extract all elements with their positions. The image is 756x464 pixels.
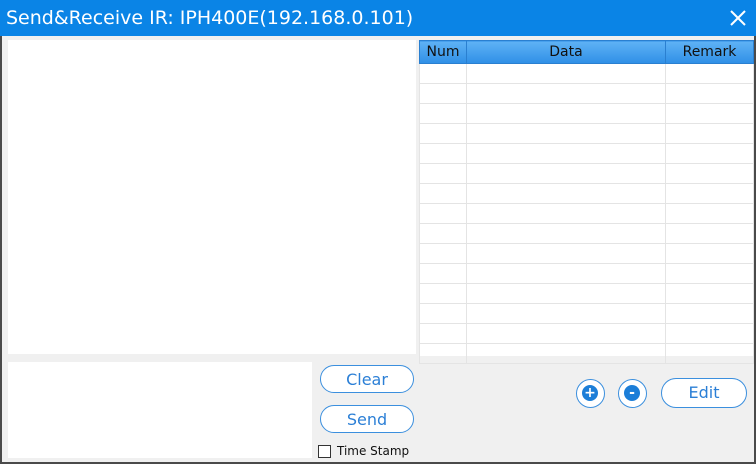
num-cell[interactable] — [419, 223, 467, 244]
column-header-num[interactable]: Num — [419, 40, 467, 64]
table-row[interactable] — [419, 203, 754, 224]
data-cell[interactable] — [466, 183, 666, 204]
data-cell[interactable] — [466, 263, 666, 284]
num-cell[interactable] — [419, 63, 467, 84]
title-bar: Send&Receive IR: IPH400E(192.168.0.101) — [0, 0, 756, 36]
remove-row-button[interactable]: - — [618, 379, 647, 408]
remark-cell[interactable] — [665, 63, 754, 84]
table-header-row: Num Data Remark — [419, 40, 754, 64]
remark-cell[interactable] — [665, 223, 754, 244]
clear-button[interactable]: Clear — [320, 365, 414, 393]
table-row[interactable] — [419, 183, 754, 204]
table-row[interactable] — [419, 303, 754, 324]
remark-cell[interactable] — [665, 283, 754, 304]
data-cell[interactable] — [466, 163, 666, 184]
data-cell[interactable] — [466, 343, 666, 364]
table-row[interactable] — [419, 343, 754, 364]
num-cell[interactable] — [419, 103, 467, 124]
num-cell[interactable] — [419, 243, 467, 264]
data-cell[interactable] — [466, 143, 666, 164]
receive-textarea[interactable] — [8, 40, 416, 354]
table-row[interactable] — [419, 283, 754, 304]
remark-cell[interactable] — [665, 203, 754, 224]
remark-cell[interactable] — [665, 183, 754, 204]
data-cell[interactable] — [466, 283, 666, 304]
table-row[interactable] — [419, 223, 754, 244]
column-header-data[interactable]: Data — [466, 40, 666, 64]
close-icon — [730, 10, 746, 26]
data-cell[interactable] — [466, 103, 666, 124]
column-header-remark[interactable]: Remark — [665, 40, 754, 64]
remark-cell[interactable] — [665, 143, 754, 164]
send-button[interactable]: Send — [320, 405, 414, 433]
timestamp-option[interactable]: Time Stamp — [318, 442, 409, 460]
table-row[interactable] — [419, 323, 754, 344]
data-cell[interactable] — [466, 323, 666, 344]
data-cell[interactable] — [466, 83, 666, 104]
close-button[interactable] — [724, 4, 752, 32]
window-title: Send&Receive IR: IPH400E(192.168.0.101) — [6, 7, 414, 29]
data-cell[interactable] — [466, 303, 666, 324]
remark-cell[interactable] — [665, 103, 754, 124]
num-cell[interactable] — [419, 163, 467, 184]
num-cell[interactable] — [419, 343, 467, 364]
data-cell[interactable] — [466, 123, 666, 144]
remark-cell[interactable] — [665, 243, 754, 264]
data-cell[interactable] — [466, 223, 666, 244]
table-row[interactable] — [419, 243, 754, 264]
table-row[interactable] — [419, 123, 754, 144]
ir-data-table: Num Data Remark — [419, 40, 754, 364]
data-cell[interactable] — [466, 63, 666, 84]
remark-cell[interactable] — [665, 163, 754, 184]
data-cell[interactable] — [466, 243, 666, 264]
table-row[interactable] — [419, 263, 754, 284]
table-row[interactable] — [419, 103, 754, 124]
remark-cell[interactable] — [665, 83, 754, 104]
minus-icon: - — [624, 385, 640, 401]
num-cell[interactable] — [419, 123, 467, 144]
table-row[interactable] — [419, 83, 754, 104]
remark-cell[interactable] — [665, 343, 754, 364]
remark-cell[interactable] — [665, 123, 754, 144]
num-cell[interactable] — [419, 143, 467, 164]
timestamp-label: Time Stamp — [337, 444, 410, 458]
edit-button[interactable]: Edit — [661, 378, 747, 408]
num-cell[interactable] — [419, 263, 467, 284]
ir-data-table-container: Num Data Remark — [419, 40, 754, 364]
num-cell[interactable] — [419, 323, 467, 344]
data-cell[interactable] — [466, 203, 666, 224]
num-cell[interactable] — [419, 203, 467, 224]
num-cell[interactable] — [419, 283, 467, 304]
num-cell[interactable] — [419, 303, 467, 324]
timestamp-checkbox[interactable] — [318, 444, 331, 458]
num-cell[interactable] — [419, 183, 467, 204]
num-cell[interactable] — [419, 83, 467, 104]
add-row-button[interactable]: + — [576, 379, 605, 408]
send-textarea[interactable] — [8, 362, 312, 458]
plus-icon: + — [582, 385, 598, 401]
remark-cell[interactable] — [665, 263, 754, 284]
table-row[interactable] — [419, 143, 754, 164]
remark-cell[interactable] — [665, 323, 754, 344]
table-row[interactable] — [419, 163, 754, 184]
table-row[interactable] — [419, 63, 754, 84]
remark-cell[interactable] — [665, 303, 754, 324]
